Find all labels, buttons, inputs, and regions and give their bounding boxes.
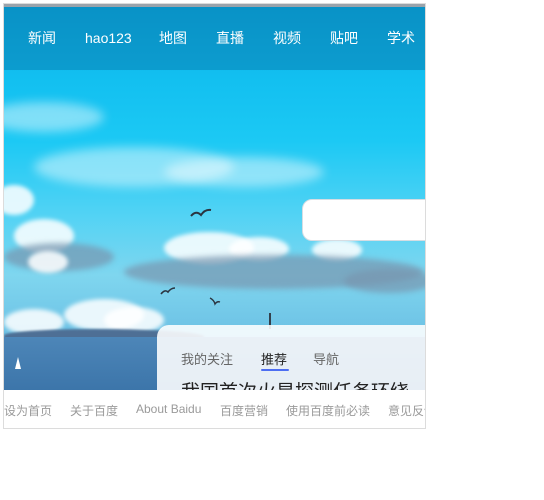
footer-link-set-homepage[interactable]: 设为首页 [4,402,52,419]
browser-viewport: 新闻 hao123 地图 直播 视频 贴吧 学术 我的关注 推荐 导航 我国首次… [4,4,425,428]
sailboat-icon [15,357,21,369]
seagull-icon [190,208,212,217]
nav-link-hao123[interactable]: hao123 [85,29,132,47]
background-skin-image: 新闻 hao123 地图 直播 视频 贴吧 学术 我的关注 推荐 导航 我国首次… [4,7,425,390]
news-headline[interactable]: 我国首次火星探测任务环绕 [181,377,409,390]
nav-link-live[interactable]: 直播 [216,29,244,47]
active-tab-indicator [261,369,289,371]
seagull-icon [209,297,221,306]
footer-link-about-baidu-cn[interactable]: 关于百度 [70,402,118,419]
nav-link-xueshu[interactable]: 学术 [387,29,415,47]
seagull-icon [160,287,176,295]
nav-link-map[interactable]: 地图 [159,29,187,47]
nav-link-news[interactable]: 新闻 [28,29,56,47]
tab-navigation[interactable]: 导航 [313,349,339,368]
cloud [164,157,324,187]
cloud [344,269,425,293]
tab-my-follow[interactable]: 我的关注 [181,349,233,368]
footer-link-feedback[interactable]: 意见反馈 [388,402,425,419]
cloud [28,251,68,273]
nav-link-video[interactable]: 视频 [273,29,301,47]
cloud [4,102,104,132]
cloud [4,185,34,215]
tab-recommend[interactable]: 推荐 [261,349,287,368]
nav-link-tieba[interactable]: 贴吧 [330,29,358,47]
top-nav: 新闻 hao123 地图 直播 视频 贴吧 学术 [4,7,425,70]
feed-panel: 我的关注 推荐 导航 我国首次火星探测任务环绕 [157,325,425,390]
footer-link-terms[interactable]: 使用百度前必读 [286,402,370,419]
footer-link-about-baidu[interactable]: About Baidu [136,402,201,416]
footer-link-baidu-marketing[interactable]: 百度营销 [220,402,268,419]
search-input[interactable] [302,199,425,241]
footer: 设为首页 关于百度 About Baidu 百度营销 使用百度前必读 意见反馈 [4,390,425,428]
